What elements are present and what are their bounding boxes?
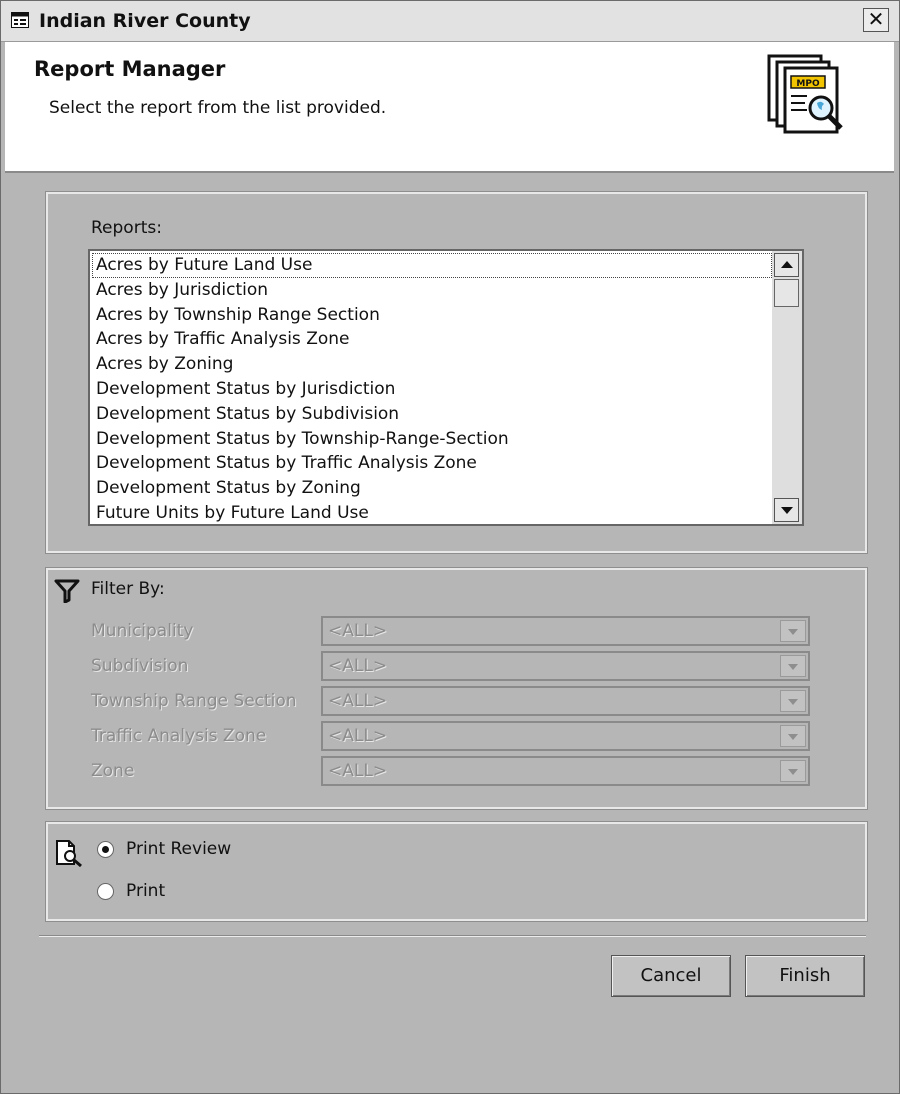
township-range-section-select[interactable]: <ALL> — [321, 686, 810, 716]
arrow-down-icon — [781, 507, 793, 514]
print-review-label[interactable]: Print Review — [126, 839, 231, 859]
traffic-analysis-zone-value: <ALL> — [328, 726, 388, 746]
reports-scrollbar[interactable] — [772, 251, 802, 524]
cancel-button[interactable]: Cancel — [611, 955, 731, 997]
zone-label: Zone — [91, 761, 135, 781]
window-title: Indian River County — [39, 10, 251, 32]
output-group — [45, 821, 868, 922]
chevron-down-icon — [788, 734, 798, 740]
arrow-up-icon — [781, 261, 793, 268]
report-manager-window: Indian River County ✕ Report Manager Sel… — [0, 0, 900, 1094]
subdivision-label: Subdivision — [91, 656, 189, 676]
scroll-thumb[interactable] — [774, 279, 799, 307]
traffic-analysis-zone-select[interactable]: <ALL> — [321, 721, 810, 751]
report-documents-icon: MPO — [767, 54, 843, 134]
print-label[interactable]: Print — [126, 881, 165, 901]
filter-icon — [54, 579, 80, 603]
traffic-analysis-zone-label: Traffic Analysis Zone — [91, 726, 267, 746]
chevron-down-icon — [788, 664, 798, 670]
list-item[interactable]: Future Units by Future Land Use — [92, 501, 772, 526]
page-title: Report Manager — [34, 57, 226, 81]
print-radio[interactable] — [97, 883, 114, 900]
list-item[interactable]: Acres by Zoning — [92, 352, 772, 377]
scroll-up-button[interactable] — [774, 253, 799, 277]
dialog-header: Report Manager Select the report from th… — [5, 42, 894, 173]
page-subtitle: Select the report from the list provided… — [49, 98, 387, 118]
township-range-section-value: <ALL> — [328, 691, 388, 711]
finish-button[interactable]: Finish — [745, 955, 865, 997]
reports-label: Reports: — [91, 218, 162, 238]
municipality-value: <ALL> — [328, 621, 388, 641]
dropdown-button[interactable] — [780, 760, 806, 782]
chevron-down-icon — [788, 769, 798, 775]
reports-listbox[interactable]: Acres by Future Land Use Acres by Jurisd… — [88, 249, 804, 526]
subdivision-select[interactable]: <ALL> — [321, 651, 810, 681]
title-bar[interactable]: Indian River County ✕ — [1, 1, 899, 42]
township-range-section-label: Township Range Section — [91, 691, 297, 711]
list-item[interactable]: Development Status by Subdivision — [92, 402, 772, 427]
zone-select[interactable]: <ALL> — [321, 756, 810, 786]
reports-list: Acres by Future Land Use Acres by Jurisd… — [92, 253, 772, 526]
separator — [39, 935, 866, 937]
list-item[interactable]: Development Status by Traffic Analysis Z… — [92, 451, 772, 476]
close-button[interactable]: ✕ — [863, 8, 889, 32]
scroll-down-button[interactable] — [774, 498, 799, 522]
municipality-select[interactable]: <ALL> — [321, 616, 810, 646]
list-item[interactable]: Acres by Traffic Analysis Zone — [92, 327, 772, 352]
list-item[interactable]: Acres by Future Land Use — [92, 253, 772, 278]
municipality-label: Municipality — [91, 621, 194, 641]
list-item[interactable]: Development Status by Jurisdiction — [92, 377, 772, 402]
print-review-radio[interactable] — [97, 841, 114, 858]
radio-selected-dot — [102, 846, 109, 853]
list-item[interactable]: Development Status by Township-Range-Sec… — [92, 427, 772, 452]
dropdown-button[interactable] — [780, 655, 806, 677]
list-item[interactable]: Development Status by Zoning — [92, 476, 772, 501]
mpo-logo-text: MPO — [796, 79, 820, 89]
chevron-down-icon — [788, 629, 798, 635]
subdivision-value: <ALL> — [328, 656, 388, 676]
list-item[interactable]: Acres by Jurisdiction — [92, 278, 772, 303]
zone-value: <ALL> — [328, 761, 388, 781]
form-icon — [11, 12, 29, 28]
filter-by-label: Filter By: — [91, 579, 165, 599]
dropdown-button[interactable] — [780, 690, 806, 712]
print-preview-icon — [56, 840, 82, 867]
list-item[interactable]: Acres by Township Range Section — [92, 303, 772, 328]
dropdown-button[interactable] — [780, 620, 806, 642]
dropdown-button[interactable] — [780, 725, 806, 747]
chevron-down-icon — [788, 699, 798, 705]
